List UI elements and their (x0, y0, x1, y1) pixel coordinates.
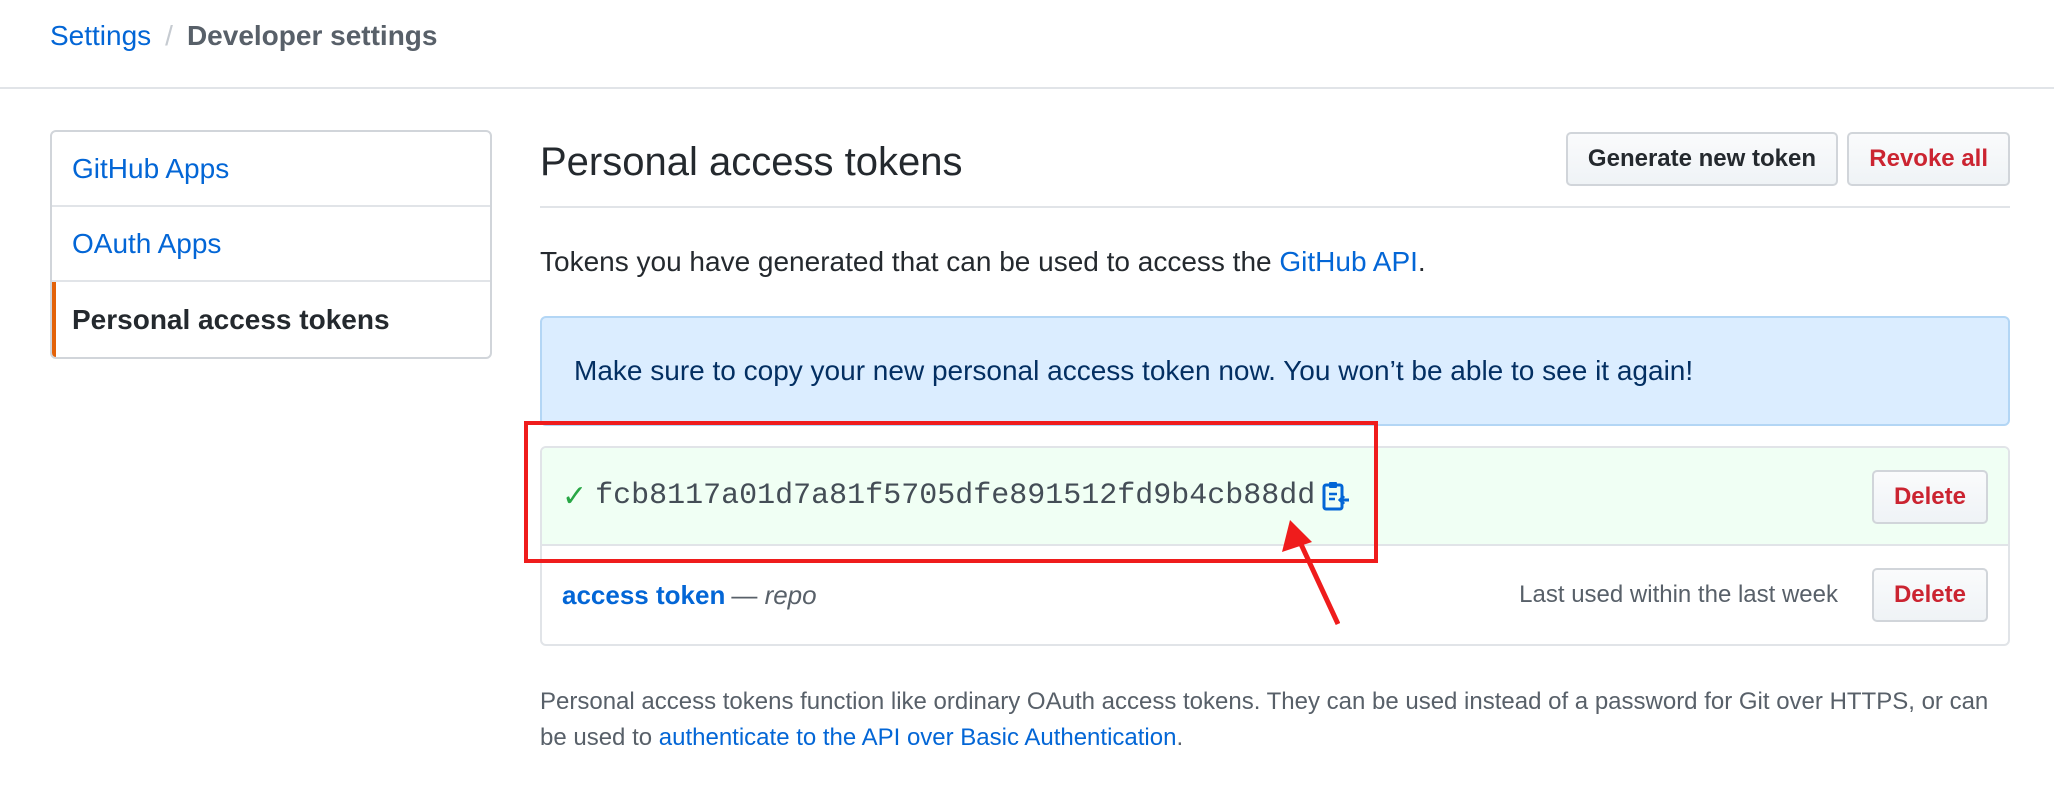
sidebar-item-github-apps[interactable]: GitHub Apps (52, 132, 490, 207)
delete-new-token-button[interactable]: Delete (1871, 470, 1988, 524)
page-header: Settings / Developer settings (0, 0, 2054, 89)
breadcrumb-separator: / (165, 20, 173, 51)
generate-new-token-button[interactable]: Generate new token (1565, 132, 1838, 186)
annotation-arrow (1282, 520, 1340, 626)
scope-dash: — (731, 579, 758, 610)
footnote-text: Personal access tokens function like ord… (540, 684, 2010, 756)
intro-prefix: Tokens you have generated that can be us… (540, 246, 1280, 277)
breadcrumb-current: Developer settings (186, 20, 438, 51)
breadcrumb-settings-link[interactable]: Settings (50, 18, 151, 54)
token-scope: — repo (731, 580, 816, 611)
settings-sidebar: GitHub Apps OAuth Apps Personal access t… (50, 130, 492, 359)
token-last-used: Last used within the last week (1519, 581, 1838, 608)
revoke-all-button[interactable]: Revoke all (1847, 132, 2010, 186)
delete-existing-token-button[interactable]: Delete (1871, 568, 1988, 622)
github-api-link[interactable]: GitHub API (1279, 246, 1418, 277)
breadcrumb: Settings / Developer settings (50, 18, 437, 54)
sidebar-item-oauth-apps[interactable]: OAuth Apps (52, 207, 490, 282)
intro-suffix: . (1417, 246, 1426, 277)
scope-name: repo (764, 579, 817, 610)
footnote-suffix: . (1176, 724, 1184, 751)
subhead: Personal access tokens Generate new toke… (540, 130, 2010, 208)
basic-auth-link[interactable]: authenticate to the API over Basic Authe… (659, 724, 1177, 751)
intro-text: Tokens you have generated that can be us… (540, 244, 2010, 280)
token-name-link[interactable]: access token (562, 580, 725, 611)
sidebar-item-personal-access-tokens[interactable]: Personal access tokens (52, 282, 490, 357)
page-title: Personal access tokens (540, 140, 963, 184)
copy-token-flash-notice: Make sure to copy your new personal acce… (540, 316, 2010, 426)
annotation-highlight-box (524, 421, 1378, 563)
